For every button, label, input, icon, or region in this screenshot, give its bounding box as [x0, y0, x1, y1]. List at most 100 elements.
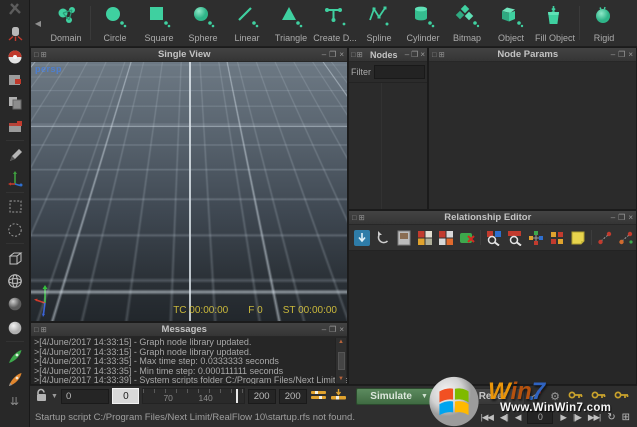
toolbar-item-bitmap[interactable]: Bitmap — [445, 0, 489, 46]
unlink-nodes-icon[interactable] — [618, 229, 634, 246]
rocket-orange-icon[interactable] — [5, 370, 25, 389]
loop-icon[interactable]: ↻ — [607, 412, 614, 423]
toolbar-item-sphere[interactable]: Sphere — [181, 0, 225, 46]
maximize-icon[interactable]: ❐ — [329, 326, 336, 334]
move-axis-icon[interactable] — [5, 169, 25, 188]
lock-open-icon[interactable] — [34, 388, 48, 405]
link-nodes-icon[interactable] — [597, 229, 613, 246]
panel-dock-icon[interactable]: ⊞ — [439, 51, 445, 59]
color-grid-alt-icon[interactable] — [438, 229, 454, 246]
close-icon[interactable]: × — [420, 51, 425, 59]
timeline-playhead[interactable] — [236, 389, 238, 403]
maximize-icon[interactable]: ❐ — [329, 51, 336, 59]
max-frames-field[interactable]: 200 — [279, 389, 307, 404]
panel-float-icon[interactable]: □ — [34, 326, 39, 334]
playback-frame-field[interactable]: 0 — [527, 411, 553, 424]
panel-dock-icon[interactable]: ⊞ — [357, 51, 363, 59]
minimize-icon[interactable]: – — [611, 51, 615, 59]
reset-view-icon[interactable] — [375, 229, 391, 246]
connect-nodes-icon[interactable] — [528, 229, 544, 246]
minimize-icon[interactable]: – — [322, 51, 326, 59]
current-frame-field[interactable]: 0 — [112, 388, 139, 404]
simulate-button[interactable]: Simulate ▼ — [356, 388, 443, 405]
wire-sphere-icon[interactable] — [5, 272, 25, 291]
import-node-icon[interactable] — [354, 229, 370, 246]
play-backward-icon[interactable]: ◀ — [515, 412, 521, 423]
reset-button[interactable]: Reset — [460, 388, 526, 405]
scroll-up-icon[interactable]: ▲ — [338, 339, 344, 345]
scrollbar-thumb[interactable] — [338, 352, 345, 370]
color-grid-icon[interactable] — [417, 229, 433, 246]
relationship-editor-titlebar[interactable]: □ ⊞ Relationship Editor – ❐ × — [349, 211, 636, 225]
toolbar-item-create-d[interactable]: Create D... — [313, 0, 357, 46]
notes-icon[interactable] — [570, 229, 586, 246]
wire-cube-icon[interactable] — [5, 248, 25, 267]
jump-start-icon[interactable]: |◀◀ — [481, 412, 493, 423]
shaded-sphere-icon[interactable] — [5, 295, 25, 314]
step-forward-icon[interactable]: ||▶ — [573, 412, 581, 423]
minimize-icon[interactable]: – — [322, 326, 326, 334]
toolbar-overflow-icon[interactable]: ⇊ — [5, 393, 25, 412]
add-keyframe-icon[interactable] — [330, 388, 347, 405]
panel-float-icon[interactable]: □ — [432, 51, 437, 59]
maximize-icon[interactable]: ❐ — [618, 214, 625, 222]
maximize-icon[interactable]: ❐ — [618, 51, 625, 59]
arrange-nodes-icon[interactable] — [549, 229, 565, 246]
play-forward-icon[interactable]: ▶ — [560, 412, 566, 423]
toolbar-item-object[interactable]: Object — [489, 0, 533, 46]
toolbar-item-triangle[interactable]: Triangle — [269, 0, 313, 46]
panel-dock-icon[interactable]: ⊞ — [41, 326, 47, 334]
daemon-sphere-icon[interactable] — [5, 47, 25, 66]
image-node-icon[interactable] — [396, 229, 412, 246]
playback-options-icon[interactable]: ⊞ — [622, 412, 629, 423]
keyframe-bars-icon[interactable] — [310, 388, 327, 405]
toolbar-item-circle[interactable]: Circle — [93, 0, 137, 46]
toolbar-item-domain[interactable]: Domain — [44, 0, 88, 46]
minimize-icon[interactable]: – — [611, 214, 615, 222]
relationship-canvas[interactable] — [349, 251, 636, 384]
key-icon[interactable] — [614, 389, 629, 404]
maximize-icon[interactable]: ❐ — [411, 51, 418, 59]
dashed-sphere-icon[interactable] — [5, 220, 25, 239]
toolbar-item-spline[interactable]: Spline — [357, 0, 401, 46]
copy-nodes-icon[interactable] — [5, 94, 25, 113]
timeline-strip[interactable]: 70 140 — [142, 388, 244, 404]
mesh-tool-icon[interactable] — [5, 71, 25, 90]
filter-input[interactable] — [374, 65, 425, 79]
panel-dock-icon[interactable]: ⊞ — [359, 214, 365, 222]
toolbar-item-square[interactable]: Square — [137, 0, 181, 46]
range-end-field[interactable]: 200 — [248, 389, 276, 404]
panel-float-icon[interactable]: □ — [34, 51, 39, 59]
close-icon[interactable]: × — [339, 326, 344, 334]
close-icon[interactable]: × — [628, 214, 633, 222]
key-icon[interactable] — [591, 389, 606, 404]
draw-tool-icon[interactable] — [5, 145, 25, 164]
key-icon[interactable] — [568, 389, 583, 404]
panel-float-icon[interactable]: □ — [351, 51, 356, 59]
smooth-sphere-icon[interactable] — [5, 318, 25, 337]
remove-node-icon[interactable] — [459, 229, 475, 246]
close-icon[interactable]: × — [339, 51, 344, 59]
toolbar-scroll-left-icon[interactable]: ◀ — [32, 0, 44, 46]
toolbar-item-cylinder[interactable]: Cylinder — [401, 0, 445, 46]
zoom-all-icon[interactable] — [507, 229, 523, 246]
range-start-field[interactable]: 0 — [61, 389, 109, 404]
emitter-tool-icon[interactable] — [5, 24, 25, 43]
node-params-titlebar[interactable]: □ ⊞ Node Params – ❐ × — [429, 48, 636, 62]
viewport-3d[interactable]: persp TC 00:00:00 F 0 ST 00:00:00 — [31, 62, 347, 321]
nodes-titlebar[interactable]: □ ⊞ Nodes – ❐ × — [349, 48, 427, 62]
messages-scrollbar[interactable]: ▲ ▼ — [335, 338, 346, 383]
jump-end-icon[interactable]: ▶▶| — [588, 412, 600, 423]
toolbar-item-linear[interactable]: Linear — [225, 0, 269, 46]
lock-menu-caret-icon[interactable]: ▼ — [51, 393, 58, 400]
minimize-icon[interactable]: – — [405, 51, 409, 59]
zoom-selected-icon[interactable] — [486, 229, 502, 246]
close-icon[interactable]: × — [628, 51, 633, 59]
scroll-down-icon[interactable]: ▼ — [338, 376, 344, 382]
messages-titlebar[interactable]: □ ⊞ Messages – ❐ × — [31, 323, 347, 337]
rocket-green-icon[interactable] — [5, 346, 25, 365]
toolbar-item-fill-object[interactable]: Fill Object — [533, 0, 577, 46]
node-link-mini-icon[interactable] — [528, 389, 542, 404]
panel-float-icon[interactable]: □ — [352, 214, 357, 222]
panel-dock-icon[interactable]: ⊞ — [41, 51, 47, 59]
